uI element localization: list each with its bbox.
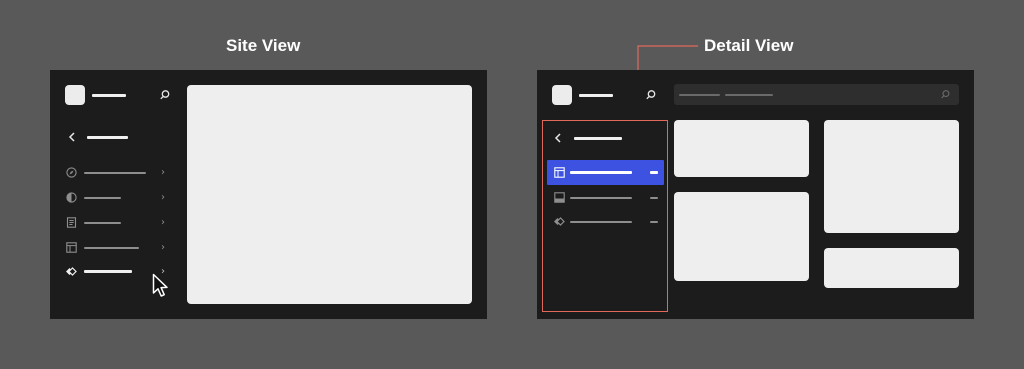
component-icon [553,216,567,227]
compass-icon [66,167,77,178]
nav-label-placeholder [84,222,121,224]
back-arrow-icon[interactable] [67,131,77,143]
app-logo [552,85,572,105]
component-icon [65,266,79,277]
panel-icon [554,167,565,178]
nav-label-placeholder [84,172,146,174]
mouse-cursor-icon [152,273,170,299]
chevron-right-icon: › [161,242,165,253]
content-card[interactable] [824,120,959,233]
nav-label-placeholder [84,270,132,273]
detail-sidebar [542,120,668,312]
detail-label-placeholder [570,221,632,223]
content-card[interactable] [824,248,959,288]
site-content-area[interactable] [187,85,472,304]
page-icon [66,217,77,228]
detail-label-placeholder [570,197,632,199]
nav-item-contrast[interactable]: › [50,191,175,205]
image-icon [554,192,565,203]
detail-view-panel [537,70,974,319]
search-bar[interactable] [674,84,959,105]
search-icon[interactable] [645,89,657,101]
contrast-icon [66,192,77,203]
app-name-placeholder [92,94,126,97]
nav-item-compass[interactable]: › [50,166,175,180]
content-card[interactable] [674,192,809,281]
detail-value-placeholder [650,171,658,174]
detail-item[interactable] [547,215,664,229]
app-logo [65,85,85,105]
detail-label-placeholder [570,171,632,174]
nav-item-page[interactable]: › [50,216,175,230]
detail-value-placeholder [650,197,658,199]
section-title-placeholder [87,136,128,139]
back-arrow-icon[interactable] [553,132,563,144]
search-bar-placeholder [679,94,720,96]
nav-label-placeholder [84,197,121,199]
search-icon[interactable] [159,89,171,101]
chevron-right-icon: › [161,217,165,228]
search-icon [940,89,951,100]
detail-value-placeholder [650,221,658,223]
chevron-right-icon: › [161,167,165,178]
content-card[interactable] [674,120,809,177]
detail-item[interactable] [547,191,664,205]
section-title-placeholder [574,137,622,140]
layout-icon [66,242,77,253]
site-view-panel: › › › › › [50,70,487,319]
detail-item-selected[interactable] [547,160,664,185]
app-name-placeholder [579,94,613,97]
chevron-right-icon: › [161,192,165,203]
nav-item-layout[interactable]: › [50,241,175,255]
search-bar-placeholder [725,94,773,96]
nav-label-placeholder [84,247,139,249]
